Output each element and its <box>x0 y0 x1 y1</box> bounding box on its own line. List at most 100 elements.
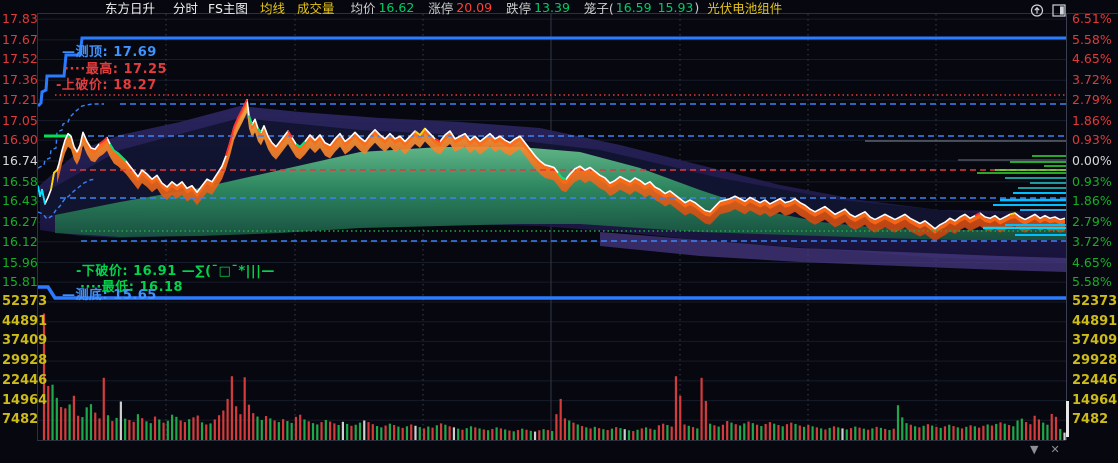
volume-bar <box>235 406 238 440</box>
volume-bar <box>738 425 742 440</box>
volume-bar <box>508 430 511 440</box>
limit-down-value: 13.39 <box>534 0 570 15</box>
volume-bar <box>440 423 443 440</box>
volume-bar <box>790 422 793 440</box>
volume-bar <box>141 418 144 440</box>
price-axis-label: 17.21 <box>2 91 38 107</box>
volume-bar <box>226 398 229 440</box>
tab-ma[interactable]: 均线 <box>260 0 285 17</box>
volume-bar <box>158 419 161 440</box>
percent-axis-label: 4.65% <box>1072 51 1112 67</box>
volume-bar <box>145 421 148 440</box>
volume-bar <box>990 425 994 440</box>
volume-bar <box>875 426 878 440</box>
volume-bar <box>606 429 609 440</box>
volume-bar <box>495 427 498 440</box>
volume-bar <box>124 418 127 440</box>
volume-bar <box>939 427 942 440</box>
volume-bar <box>77 415 80 440</box>
tab-intraday[interactable]: 分时 <box>173 0 198 17</box>
volume-bar <box>380 427 383 440</box>
volume-bar <box>51 384 54 440</box>
tab-volume[interactable]: 成交量 <box>297 0 335 17</box>
volume-bar <box>1054 416 1058 440</box>
volume-bar <box>512 431 515 440</box>
volume-bar <box>824 429 827 440</box>
volume-bar <box>333 423 336 440</box>
volume-bar <box>89 404 93 440</box>
volume-bar <box>68 404 71 440</box>
volume-bar <box>585 427 588 440</box>
volume-bar <box>422 428 426 440</box>
volume-bar <box>264 416 268 440</box>
volume-bar <box>427 426 430 440</box>
volume-bar <box>999 422 1002 440</box>
volume-bar <box>1046 424 1049 440</box>
volume-bar <box>888 429 891 440</box>
ann-measured-bottom: —测底: 15.65 <box>62 288 157 303</box>
volume-bar <box>674 376 678 440</box>
limit-up-value: 20.09 <box>456 0 493 15</box>
volume-bar <box>388 423 391 440</box>
volume-axis-label-left: 44891 <box>2 313 48 329</box>
volume-bar <box>832 426 836 440</box>
volume-bar <box>499 428 502 440</box>
volume-bar <box>700 377 703 440</box>
volume-bar <box>837 427 840 440</box>
volume-bar <box>175 416 178 440</box>
volume-bar <box>435 425 438 440</box>
volume-bar <box>1037 419 1041 440</box>
price-line-segment <box>1009 212 1016 216</box>
volume-bar <box>760 426 763 440</box>
volume-axis-label-right: 14964 <box>1072 392 1118 408</box>
percent-axis-label: 0.00% <box>1072 153 1112 168</box>
volume-bar <box>414 425 417 440</box>
volume-bar <box>670 426 673 440</box>
volume-bar <box>375 426 379 440</box>
volume-bar <box>504 429 507 440</box>
volume-bar <box>747 421 750 440</box>
volume-bar <box>905 423 908 440</box>
volume-bar <box>153 416 157 440</box>
limit-up-label: 涨停 <box>428 0 454 16</box>
volume-bar <box>785 424 789 440</box>
volume-bar <box>691 427 695 440</box>
volume-bar <box>282 419 285 440</box>
volume-bar <box>217 415 221 440</box>
collapse-volume-icon[interactable]: ▼ <box>1030 443 1038 456</box>
volume-bar <box>717 426 720 440</box>
volume-bar <box>918 427 921 440</box>
volume-bar <box>252 413 255 440</box>
volume-bar <box>704 401 707 440</box>
volume-bar <box>273 420 276 440</box>
avg-price-label: 均价 <box>350 0 376 16</box>
stock-name[interactable]: 东方日升 <box>105 0 155 17</box>
volume-bar <box>598 428 601 440</box>
volume-bar <box>931 425 934 440</box>
volume-bar <box>734 424 737 440</box>
volume-bar <box>179 420 182 440</box>
sector-name[interactable]: 光伏电池组件 <box>707 0 782 17</box>
volume-bar <box>551 431 554 440</box>
volume-bar <box>521 428 524 440</box>
volume-bar <box>328 421 332 440</box>
volume-bar <box>418 427 421 440</box>
tab-fs-main[interactable]: FS主图 <box>208 0 248 17</box>
percent-axis-label: 0.93% <box>1072 132 1112 148</box>
volume-bar <box>858 427 861 440</box>
pop-out-icon[interactable] <box>1030 2 1044 21</box>
volume-axis-label-left: 22446 <box>2 372 48 388</box>
measured-top-line <box>36 36 1066 108</box>
volume-bar <box>884 428 887 440</box>
close-volume-icon[interactable]: ✕ <box>1050 443 1059 456</box>
volume-bar <box>1042 422 1045 440</box>
volume-bar <box>1003 423 1006 440</box>
split-pane-icon[interactable] <box>1052 2 1066 21</box>
cage-label: 笼子( <box>583 0 614 16</box>
volume-bar <box>696 428 699 440</box>
measured-bottom-line <box>38 285 1066 300</box>
avg-price-value: 16.62 <box>378 0 415 15</box>
price-axis-label: 16.27 <box>2 214 38 230</box>
volume-bar <box>478 428 481 440</box>
chart-canvas <box>36 14 1067 441</box>
